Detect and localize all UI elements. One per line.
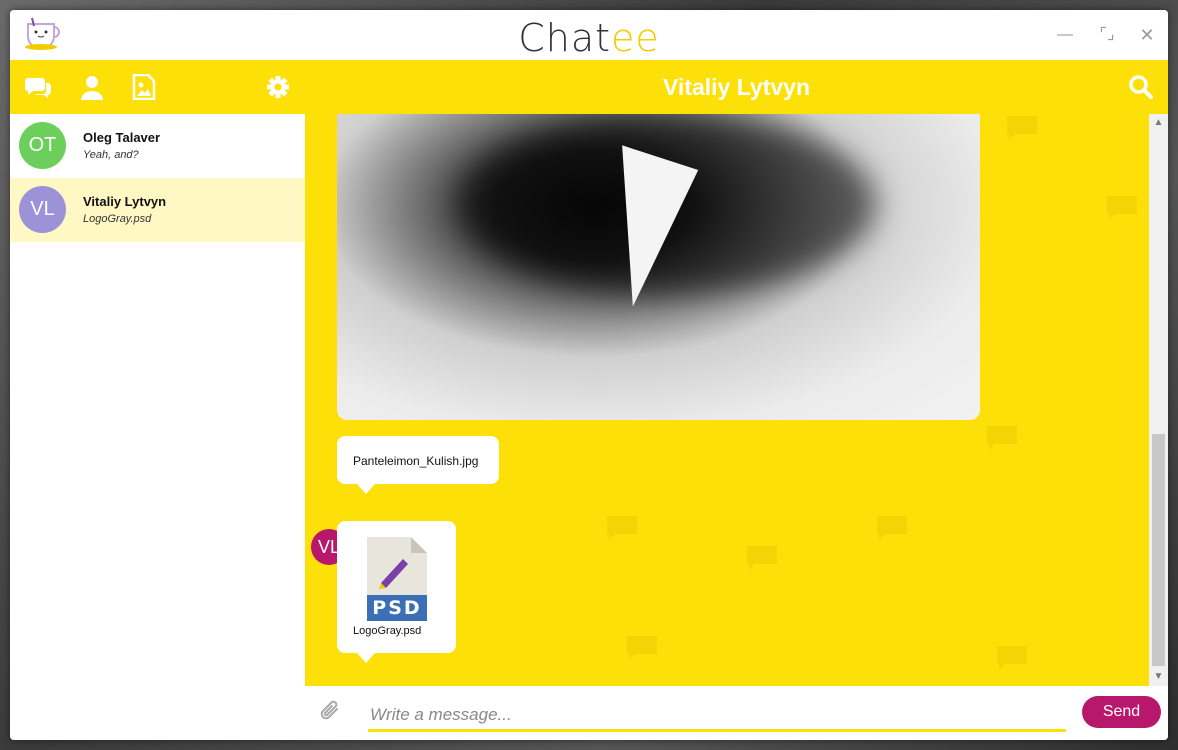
- contact-item[interactable]: OT Oleg Talaver Yeah, and?: [10, 114, 305, 178]
- contact-name: Oleg Talaver: [83, 130, 161, 145]
- scroll-down-button[interactable]: ▼: [1149, 668, 1168, 686]
- app-title: Chatee: [518, 16, 660, 60]
- scroll-thumb[interactable]: [1152, 434, 1165, 666]
- app-window: Chatee — ⌜⌟ ✕ Vitaliy Lytvyn OT Oleg Tal…: [10, 10, 1168, 740]
- settings-icon[interactable]: [264, 74, 292, 100]
- file-type-label: PSD: [372, 597, 422, 619]
- chat-pattern-icon: [1005, 114, 1045, 144]
- contact-item-selected[interactable]: VL Vitaliy Lytvyn LogoGray.psd: [10, 178, 305, 242]
- chat-pattern-icon: [985, 424, 1025, 454]
- minimize-button[interactable]: —: [1054, 24, 1076, 46]
- file-message-bubble[interactable]: PSD LogoGray.psd: [337, 521, 456, 663]
- chat-pattern-icon: [605, 514, 645, 544]
- contact-last-message: LogoGray.psd: [83, 213, 152, 225]
- chat-pattern-icon: [625, 634, 665, 664]
- contact-last-message: Yeah, and?: [83, 149, 139, 161]
- chat-pattern-icon: [745, 544, 785, 574]
- send-button[interactable]: Send: [1082, 696, 1161, 728]
- title-bar: Chatee — ⌜⌟ ✕: [10, 10, 1168, 60]
- chat-pattern-icon: [995, 644, 1035, 674]
- paperclip-icon[interactable]: [317, 698, 343, 724]
- scroll-up-button[interactable]: ▲: [1149, 114, 1168, 132]
- chat-pattern-icon: [875, 514, 915, 544]
- contact-name: Vitaliy Lytvyn: [83, 194, 167, 209]
- message-composer: Send: [305, 686, 1168, 740]
- maximize-button[interactable]: ⌜⌟: [1096, 24, 1118, 46]
- file-name: Panteleimon_Kulish.jpg: [353, 454, 479, 468]
- message-input[interactable]: [368, 700, 1066, 732]
- chat-title: Vitaliy Lytvyn: [662, 74, 810, 100]
- file-name: LogoGray.psd: [353, 625, 422, 637]
- chats-icon[interactable]: [24, 74, 52, 100]
- avatar: VL: [19, 186, 66, 233]
- chat-pattern-icon: [1105, 194, 1145, 224]
- image-attachment[interactable]: [337, 114, 980, 420]
- contacts-icon[interactable]: [78, 74, 106, 100]
- images-icon[interactable]: [130, 73, 158, 101]
- close-button[interactable]: ✕: [1136, 24, 1158, 46]
- contact-list: OT Oleg Talaver Yeah, and? VL Vitaliy Ly…: [10, 114, 305, 740]
- avatar: OT: [19, 122, 66, 169]
- message-area: Panteleimon_Kulish.jpg VL PSD LogoGray.p…: [305, 114, 1149, 686]
- search-icon[interactable]: [1128, 74, 1154, 100]
- psd-file-icon: PSD: [367, 537, 427, 621]
- app-header: Vitaliy Lytvyn: [10, 60, 1168, 114]
- file-message-bubble[interactable]: Panteleimon_Kulish.jpg: [337, 436, 499, 494]
- scrollbar[interactable]: ▲ ▼: [1149, 114, 1168, 686]
